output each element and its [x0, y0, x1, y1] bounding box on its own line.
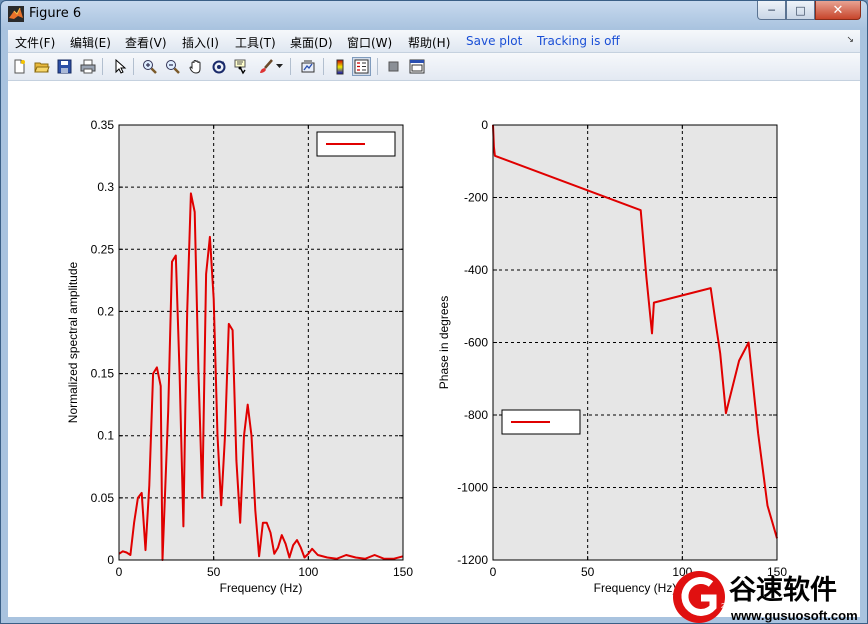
left-x-axis-label: Frequency (Hz) — [220, 581, 303, 595]
figure-toolbar — [8, 53, 860, 81]
legend-icon[interactable] — [352, 57, 371, 76]
y-tick-label: 0 — [107, 553, 114, 567]
y-tick-label: -1000 — [457, 481, 488, 495]
menu-tracking[interactable]: Tracking is off — [537, 34, 620, 48]
menu-file[interactable]: 文件(F) — [15, 34, 55, 51]
menu-bar: 文件(F) 编辑(E) 查看(V) 插入(I) 工具(T) 桌面(D) 窗口(W… — [8, 30, 860, 53]
left-y-axis-label: Normalized spectral amplitude — [66, 261, 80, 423]
maximize-button[interactable]: □ — [786, 1, 815, 20]
toolbar-separator — [377, 58, 378, 75]
watermark: 谷速软件 www.gusuosoft.com 2018-10-22 14:45 — [673, 571, 858, 623]
y-tick-label: 0.35 — [91, 118, 115, 132]
y-tick-label: 0.05 — [91, 491, 115, 505]
menu-overflow-icon[interactable]: ↘ — [846, 35, 854, 45]
pan-hand-icon[interactable] — [186, 57, 205, 76]
y-tick-label: 0.3 — [97, 180, 114, 194]
close-button[interactable]: ✕ — [815, 1, 861, 20]
figure-canvas[interactable]: 0 50 100 150 0 0.05 0.1 0.15 0.2 0.25 0.3 0.35 Freq… — [8, 81, 860, 617]
left-axes[interactable]: 0 50 100 150 0 0.05 0.1 0.15 0.2 0.25 0.3 0.35 Freq… — [66, 118, 413, 595]
y-tick-label: 0.15 — [91, 367, 115, 381]
close-icon: ✕ — [832, 2, 844, 18]
toolbar-separator — [102, 58, 103, 75]
figure-client-area: 文件(F) 编辑(E) 查看(V) 插入(I) 工具(T) 桌面(D) 窗口(W… — [8, 30, 860, 617]
toolbar-separator — [290, 58, 291, 75]
save-icon[interactable] — [55, 57, 74, 76]
zoom-out-icon[interactable] — [163, 57, 182, 76]
x-tick-label: 0 — [116, 565, 123, 579]
y-tick-label: 0.25 — [91, 242, 115, 256]
show-plot-tools-icon[interactable] — [407, 57, 426, 76]
x-tick-label: 150 — [393, 565, 413, 579]
x-tick-label: 0 — [490, 565, 497, 579]
open-file-icon[interactable] — [32, 57, 51, 76]
y-tick-label: -400 — [464, 263, 488, 277]
figure-window: Figure 6 ─ □ ✕ 文件(F) 编辑(E) 查看(V) 插入(I) 工… — [0, 0, 868, 624]
x-tick-label: 50 — [581, 565, 595, 579]
right-axes[interactable]: 0 50 100 1500-200-400-600-800-1000-1200 Fre… — [437, 118, 787, 595]
x-tick-label: 50 — [207, 565, 221, 579]
y-tick-label: -600 — [464, 336, 488, 350]
y-tick-label: -1200 — [457, 553, 488, 567]
minimize-icon: ─ — [768, 3, 775, 17]
brush-icon[interactable] — [256, 57, 275, 76]
select-arrow-icon[interactable] — [110, 57, 129, 76]
window-title: Figure 6 — [29, 6, 82, 21]
left-axes-legend[interactable] — [316, 131, 396, 157]
menu-tools[interactable]: 工具(T) — [235, 34, 276, 51]
x-tick-label: 100 — [298, 565, 318, 579]
hide-plot-tools-icon[interactable] — [384, 57, 403, 76]
right-y-axis-label: Phase in degrees — [437, 296, 451, 389]
y-tick-label: -800 — [464, 408, 488, 422]
watermark-url: www.gusuosoft.com — [730, 608, 858, 623]
figure-plots: 0 50 100 150 0 0.05 0.1 0.15 0.2 0.25 0.3 0.35 Freq… — [66, 118, 787, 595]
minimize-button[interactable]: ─ — [757, 1, 786, 20]
toolbar-separator — [133, 58, 134, 75]
watermark-stamp: 2018-10-22 14:45 — [721, 603, 776, 610]
y-tick-label: 0.1 — [97, 429, 114, 443]
menu-insert[interactable]: 插入(I) — [182, 34, 219, 51]
print-icon[interactable] — [78, 57, 97, 76]
matlab-logo-icon — [8, 6, 24, 22]
rotate-3d-icon[interactable] — [209, 57, 228, 76]
menu-window[interactable]: 窗口(W) — [347, 34, 392, 51]
right-axes-legend[interactable] — [501, 409, 581, 435]
menu-view[interactable]: 查看(V) — [125, 34, 167, 51]
menu-help[interactable]: 帮助(H) — [408, 34, 450, 51]
brush-dropdown-icon[interactable] — [274, 57, 284, 76]
zoom-in-icon[interactable] — [140, 57, 159, 76]
menu-desktop[interactable]: 桌面(D) — [290, 34, 333, 51]
y-tick-label: -200 — [464, 191, 488, 205]
data-cursor-icon[interactable] — [232, 57, 251, 76]
toolbar-separator — [323, 58, 324, 75]
right-x-axis-label: Frequency (Hz) — [594, 581, 677, 595]
new-figure-icon[interactable] — [10, 57, 29, 76]
menu-edit[interactable]: 编辑(E) — [70, 34, 111, 51]
maximize-icon: □ — [795, 3, 806, 17]
title-bar[interactable]: Figure 6 ─ □ ✕ — [1, 1, 867, 27]
y-tick-label: 0.2 — [97, 304, 114, 318]
link-plot-icon[interactable] — [298, 57, 317, 76]
y-tick-label: 0 — [481, 118, 488, 132]
menu-save-plot[interactable]: Save plot — [466, 34, 522, 48]
colorbar-icon[interactable] — [330, 57, 349, 76]
watermark-brand: 谷速软件 — [729, 575, 837, 605]
